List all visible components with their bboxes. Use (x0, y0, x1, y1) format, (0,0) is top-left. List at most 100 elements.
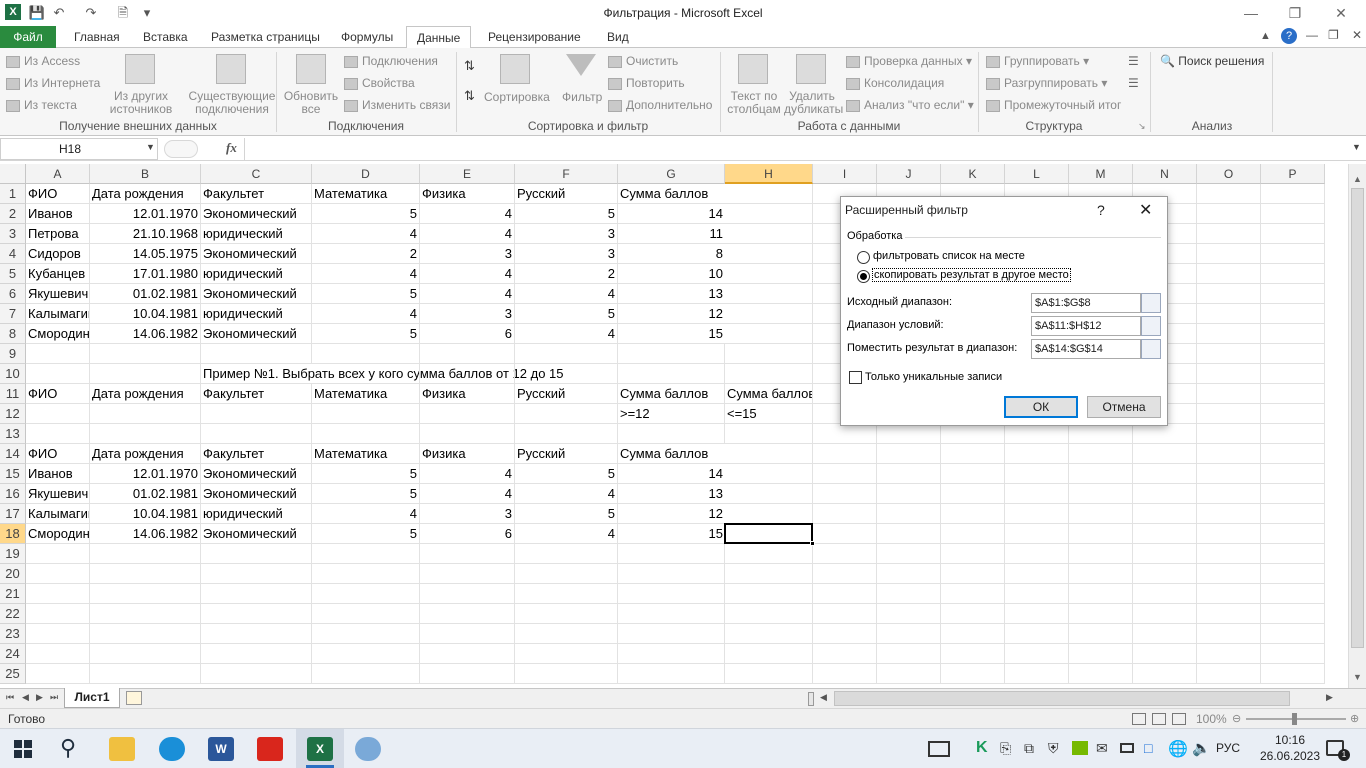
grid-cell[interactable] (725, 224, 813, 244)
tab-review[interactable]: Рецензирование (478, 26, 591, 48)
acrobat-icon[interactable] (257, 737, 283, 761)
grid-cell[interactable]: 5 (312, 284, 420, 304)
grid-cell[interactable] (618, 544, 725, 564)
grid-cell[interactable] (1069, 524, 1133, 544)
grid-cell[interactable] (1005, 484, 1069, 504)
clear-button[interactable]: Очистить (608, 54, 678, 68)
scroll-down-icon[interactable]: ▼ (1353, 672, 1362, 682)
grid-cell[interactable] (1005, 644, 1069, 664)
grid-cell[interactable]: Смородин (26, 524, 90, 544)
grid-cell[interactable] (618, 664, 725, 684)
data-validation-button[interactable]: Проверка данных ▾ (846, 54, 972, 68)
prev-sheet-icon[interactable]: ◀ (22, 692, 29, 703)
refresh-all-button[interactable]: Обновить все (280, 90, 342, 116)
radio-filter-in-place-label[interactable]: фильтровать список на месте (873, 250, 1025, 262)
grid-cell[interactable] (813, 544, 877, 564)
grid-cell[interactable] (1261, 284, 1325, 304)
grid-cell[interactable] (725, 484, 813, 504)
grid-cell[interactable] (1133, 664, 1197, 684)
grid-cell[interactable]: 21.10.1968 (90, 224, 201, 244)
grid-cell[interactable] (1069, 444, 1133, 464)
grid-cell[interactable] (515, 364, 618, 384)
grid-cell[interactable] (90, 424, 201, 444)
grid-cell[interactable]: 5 (515, 304, 618, 324)
from-text-button[interactable]: Из текста (6, 98, 77, 112)
grid-cell[interactable]: ФИО (26, 184, 90, 204)
grid-cell[interactable] (201, 424, 312, 444)
grid-cell[interactable] (1069, 624, 1133, 644)
grid-cell[interactable]: 10.04.1981 (90, 304, 201, 324)
grid-cell[interactable] (515, 624, 618, 644)
tray-volume-icon[interactable]: 🔈 (1192, 739, 1211, 757)
grid-cell[interactable] (420, 404, 515, 424)
column-header-f[interactable]: F (515, 164, 618, 184)
grid-cell[interactable] (725, 624, 813, 644)
grid-cell[interactable] (312, 404, 420, 424)
grid-cell[interactable] (515, 664, 618, 684)
grid-cell[interactable] (877, 524, 941, 544)
grid-cell[interactable] (1133, 464, 1197, 484)
grid-cell[interactable] (90, 644, 201, 664)
radio-copy-to-label[interactable]: скопировать результат в другое место (872, 268, 1071, 282)
grid-cell[interactable] (877, 464, 941, 484)
row-header[interactable]: 16 (0, 484, 26, 504)
grid-cell[interactable]: Якушевич (26, 284, 90, 304)
grid-cell[interactable] (725, 584, 813, 604)
grid-cell[interactable]: Сидоров (26, 244, 90, 264)
grid-cell[interactable] (877, 504, 941, 524)
grid-cell[interactable] (26, 344, 90, 364)
grid-cell[interactable]: 6 (420, 324, 515, 344)
language-indicator[interactable]: РУС (1216, 741, 1240, 755)
tray-teams-icon[interactable]: ✉ (1096, 740, 1108, 757)
sheet-tab-active[interactable]: Лист1 (64, 688, 120, 708)
grid-cell[interactable] (90, 544, 201, 564)
grid-cell[interactable]: <=15 (725, 404, 813, 424)
help-icon[interactable]: ? (1281, 28, 1297, 44)
grid-cell[interactable] (618, 364, 725, 384)
grid-cell[interactable] (1261, 524, 1325, 544)
grid-cell[interactable]: 15 (618, 524, 725, 544)
grid-cell[interactable] (1069, 644, 1133, 664)
column-header-e[interactable]: E (420, 164, 515, 184)
tab-page-layout[interactable]: Разметка страницы (201, 26, 330, 48)
grid-cell[interactable]: юридический (201, 304, 312, 324)
grid-cell[interactable]: 4 (420, 484, 515, 504)
grid-cell[interactable]: Математика (312, 444, 420, 464)
name-box-dropdown-icon[interactable]: ▼ (146, 142, 155, 152)
what-if-button[interactable]: Анализ "что если" ▾ (846, 98, 974, 112)
grid-cell[interactable] (201, 624, 312, 644)
grid-cell[interactable] (725, 264, 813, 284)
grid-cell[interactable]: 4 (312, 304, 420, 324)
grid-cell[interactable]: Экономический (201, 324, 312, 344)
tray-globe-icon[interactable]: 🌐 (1168, 739, 1188, 759)
grid-cell[interactable] (725, 364, 813, 384)
name-box[interactable]: H18 (0, 138, 158, 160)
tray-battery-icon[interactable] (1120, 743, 1134, 753)
column-header-m[interactable]: M (1069, 164, 1133, 184)
grid-cell[interactable] (1133, 584, 1197, 604)
grid-cell[interactable] (90, 604, 201, 624)
grid-cell[interactable] (420, 424, 515, 444)
windows-start-icon[interactable] (14, 740, 32, 758)
grid-cell[interactable]: 11 (618, 224, 725, 244)
grid-cell[interactable] (201, 604, 312, 624)
grid-cell[interactable] (1261, 484, 1325, 504)
grid-cell[interactable]: 6 (420, 524, 515, 544)
sort-az-icon[interactable]: ⇅ (464, 58, 475, 74)
grid-cell[interactable]: 14.06.1982 (90, 524, 201, 544)
grid-cell[interactable]: 5 (312, 524, 420, 544)
column-header-g[interactable]: G (618, 164, 725, 184)
grid-cell[interactable] (1197, 324, 1261, 344)
dialog-close-icon[interactable]: ✕ (1139, 200, 1152, 220)
grid-cell[interactable] (941, 604, 1005, 624)
grid-cell[interactable]: Якушевич (26, 484, 90, 504)
grid-cell[interactable] (1005, 544, 1069, 564)
grid-cell[interactable]: 13 (618, 284, 725, 304)
tab-data[interactable]: Данные (406, 26, 472, 49)
grid-cell[interactable] (618, 344, 725, 364)
grid-cell[interactable]: Дата рождения (90, 184, 201, 204)
grid-cell[interactable] (1005, 604, 1069, 624)
connections-button[interactable]: Подключения (344, 54, 438, 68)
grid-cell[interactable]: Петрова (26, 224, 90, 244)
grid-cell[interactable] (725, 644, 813, 664)
